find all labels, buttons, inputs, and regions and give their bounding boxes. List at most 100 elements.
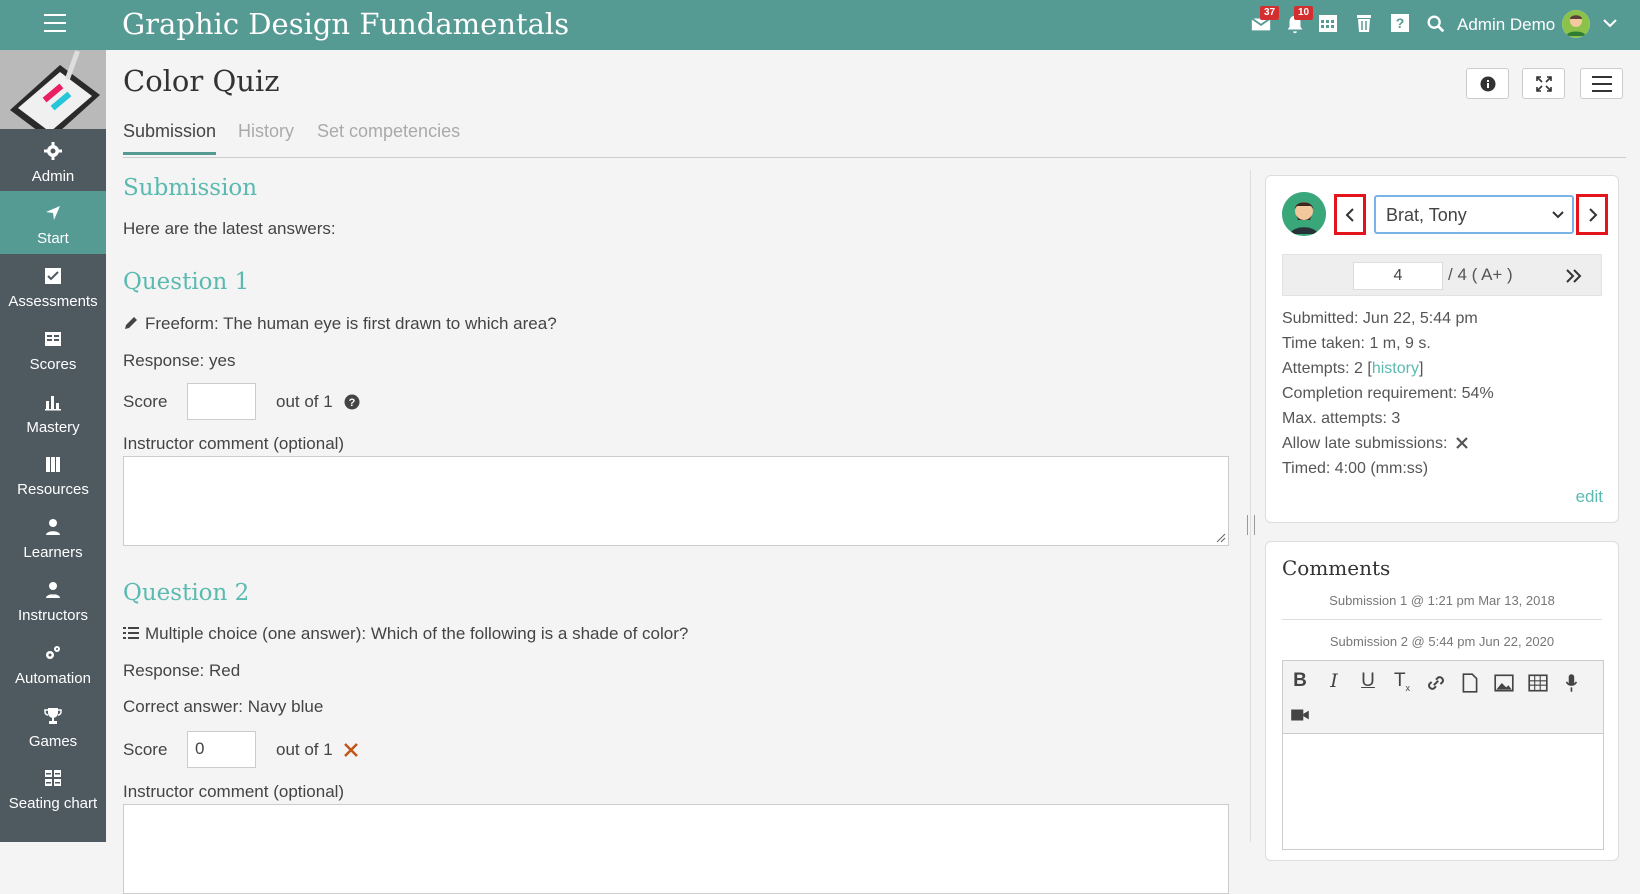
response-text: Response: yes	[123, 351, 236, 370]
sidebar-item-mastery[interactable]: Mastery	[0, 380, 106, 443]
score-input[interactable]: 0	[187, 731, 256, 768]
question-help-icon[interactable]: ?	[344, 394, 360, 410]
sidebar-item-label: Assessments	[8, 293, 98, 310]
late-submissions-info: Allow late submissions:	[1282, 435, 1469, 453]
image-icon[interactable]	[1493, 672, 1515, 694]
question-text-label: Multiple choice (one answer): Which of t…	[145, 624, 689, 643]
top-bar: Graphic Design Fundamentals 37 10 ? Admi…	[0, 0, 1640, 50]
attempts-prefix: Attempts: 2 [	[1282, 360, 1372, 377]
bar-chart-icon	[45, 396, 61, 411]
sidebar-item-label: Mastery	[26, 419, 80, 436]
attempts-info: Attempts: 2 [history]	[1282, 360, 1423, 378]
submitted-info: Submitted: Jun 22, 5:44 pm	[1282, 310, 1478, 327]
instructor-comment-textarea[interactable]	[123, 804, 1229, 894]
user-avatar[interactable]	[1562, 10, 1590, 38]
attempt-number-input[interactable]: 4	[1353, 262, 1443, 290]
trophy-icon	[44, 708, 62, 724]
out-of-text: out of 1	[276, 392, 333, 411]
chevron-down-icon[interactable]	[1602, 15, 1626, 39]
gears-icon	[46, 646, 60, 659]
books-icon	[46, 457, 60, 472]
score-input[interactable]	[187, 383, 256, 420]
tab-set-competencies[interactable]: Set competencies	[317, 121, 460, 142]
next-student-button[interactable]	[1576, 194, 1608, 235]
tab-history[interactable]: History	[238, 121, 294, 142]
instructor-comment-label: Instructor comment (optional)	[123, 434, 345, 453]
question-text: Multiple choice (one answer): Which of t…	[123, 624, 688, 644]
sidebar-item-label: Learners	[23, 544, 83, 561]
document-icon[interactable]	[1459, 672, 1481, 694]
incorrect-icon	[344, 743, 358, 757]
bold-icon[interactable]: B	[1289, 670, 1311, 692]
sidebar: Admin Start Assessments Scores Mastery R…	[0, 50, 106, 842]
sidebar-item-scores[interactable]: Scores	[0, 317, 106, 380]
page-title: Color Quiz	[123, 64, 280, 98]
help-icon[interactable]: ?	[1390, 13, 1414, 37]
sidebar-item-assessments[interactable]: Assessments	[0, 254, 106, 317]
chevron-left-icon	[1345, 208, 1354, 222]
previous-student-button[interactable]	[1334, 194, 1366, 235]
sidebar-item-instructors[interactable]: Instructors	[0, 568, 106, 631]
app-title[interactable]: Graphic Design Fundamentals	[122, 7, 569, 41]
comments-title: Comments	[1282, 556, 1391, 580]
question-heading: Question 2	[123, 580, 250, 606]
sidebar-item-automation[interactable]: Automation	[0, 631, 106, 694]
instructor-comment-label: Instructor comment (optional)	[123, 782, 345, 801]
video-icon[interactable]	[1289, 704, 1311, 726]
link-icon[interactable]	[1425, 672, 1447, 694]
italic-icon[interactable]: I	[1323, 670, 1345, 692]
expand-icon	[1536, 76, 1552, 92]
instructor-icon	[46, 582, 60, 598]
fullscreen-button[interactable]	[1522, 68, 1565, 99]
notifications-badge: 10	[1294, 6, 1314, 20]
microphone-icon[interactable]	[1561, 672, 1583, 694]
calendar-icon[interactable]	[1318, 13, 1342, 37]
info-button[interactable]	[1466, 68, 1509, 99]
instructor-comment-textarea[interactable]	[123, 456, 1229, 546]
out-of-text: out of 1	[276, 740, 333, 759]
comment-editor[interactable]: B I U Tx	[1282, 660, 1604, 850]
submission-1-link[interactable]: Submission 1 @ 1:21 pm Mar 13, 2018	[1282, 593, 1602, 620]
edit-link[interactable]: edit	[1576, 487, 1603, 507]
seating-icon	[45, 770, 61, 786]
sidebar-item-seating-chart[interactable]: Seating chart	[0, 756, 106, 819]
sidebar-item-resources[interactable]: Resources	[0, 442, 106, 505]
search-icon[interactable]	[1425, 13, 1449, 37]
tab-submission[interactable]: Submission	[123, 121, 217, 155]
course-thumbnail[interactable]	[0, 50, 106, 129]
panel-divider	[1250, 170, 1251, 842]
editor-toolbar: B I U Tx	[1283, 661, 1603, 734]
attempt-pager: 4 / 4 ( A+ )	[1282, 254, 1602, 296]
history-link[interactable]: history	[1372, 360, 1419, 377]
submission-2-link[interactable]: Submission 2 @ 5:44 pm Jun 22, 2020	[1282, 634, 1602, 661]
sidebar-item-start[interactable]: Start	[0, 191, 106, 254]
chevron-down-icon	[1552, 211, 1564, 219]
correct-answer-text: Correct answer: Navy blue	[123, 697, 324, 716]
sidebar-item-admin[interactable]: Admin	[0, 129, 106, 192]
sidebar-item-label: Admin	[31, 168, 75, 185]
checkbox-icon	[45, 268, 61, 284]
username[interactable]: Admin Demo	[1457, 15, 1555, 35]
timed-info: Timed: 4:00 (mm:ss)	[1282, 460, 1429, 477]
late-submissions-label: Allow late submissions:	[1282, 435, 1448, 452]
hamburger-icon	[1592, 76, 1612, 92]
hamburger-menu-icon[interactable]	[44, 14, 66, 34]
table-icon[interactable]	[1527, 672, 1549, 694]
resize-handle-icon[interactable]	[1216, 533, 1226, 543]
sidebar-item-label: Start	[37, 230, 69, 247]
student-avatar	[1282, 192, 1326, 236]
underline-icon[interactable]: U	[1357, 670, 1379, 692]
double-chevron-right-icon[interactable]	[1565, 268, 1583, 284]
trash-icon[interactable]	[1354, 13, 1378, 37]
sidebar-item-games[interactable]: Games	[0, 694, 106, 757]
menu-button[interactable]	[1580, 68, 1623, 99]
student-select[interactable]: Brat, Tony	[1374, 195, 1574, 234]
mail-icon[interactable]: 37	[1250, 6, 1280, 37]
messages-badge: 37	[1260, 6, 1280, 20]
sidebar-item-learners[interactable]: Learners	[0, 505, 106, 568]
panel-resize-handle[interactable]	[1247, 515, 1255, 535]
completion-info: Completion requirement: 54%	[1282, 385, 1494, 402]
sidebar-item-label: Instructors	[17, 607, 89, 624]
remove-format-icon[interactable]: Tx	[1391, 670, 1413, 693]
bell-icon[interactable]: 10	[1284, 6, 1314, 37]
